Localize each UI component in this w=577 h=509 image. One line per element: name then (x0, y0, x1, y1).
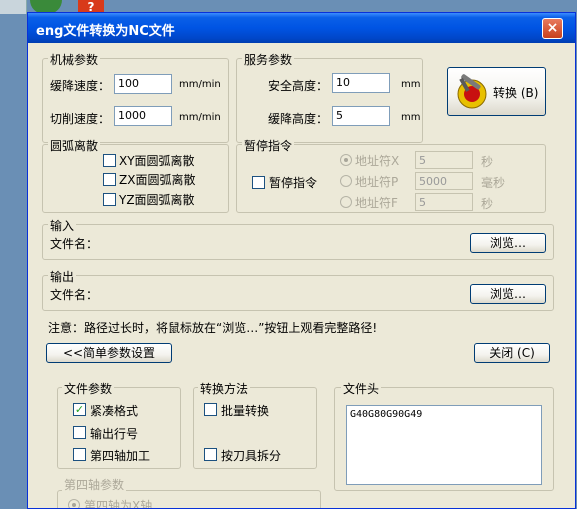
compact-format-label: 紧凑格式 (90, 404, 139, 418)
file-header-textarea[interactable]: G40G80G90G49 (346, 405, 542, 485)
yz-arc-checkbox[interactable] (103, 193, 116, 206)
yz-arc-label: YZ面圆弧离散 (119, 193, 195, 207)
batch-convert-checkbox[interactable] (204, 403, 217, 416)
output-line-checkbox[interactable] (73, 426, 86, 439)
convert-button-label: 转换 (B) (493, 86, 539, 100)
wrench-icon (457, 74, 487, 109)
output-browse-button[interactable]: 浏览… (470, 284, 546, 304)
path-note: 注意：路径过长时，将鼠标放在“浏览…”按钮上观看完整路径! (48, 321, 378, 335)
addr-x-unit: 秒 (481, 155, 494, 169)
addr-f-radio[interactable] (340, 196, 352, 208)
slow-down-speed-unit: mm/min (179, 79, 221, 90)
close-button[interactable]: 关闭 (C) (474, 343, 550, 363)
cut-speed-label: 切削速度： (50, 112, 111, 126)
addr-x-radio[interactable] (340, 154, 352, 166)
fourth-axis-x-label: 第四轴为X轴 (84, 499, 153, 509)
output-legend: 输出 (48, 268, 77, 285)
safe-height-label: 安全高度： (268, 79, 329, 93)
addr-f-unit: 秒 (481, 197, 494, 211)
addr-p-input[interactable]: 5000 (415, 172, 473, 190)
slow-down-speed-label: 缓降速度： (50, 79, 111, 93)
fourth-axis-checkbox[interactable] (73, 448, 86, 461)
fourth-axis-x-radio[interactable] (68, 499, 80, 508)
output-line-label: 输出行号 (90, 427, 139, 441)
slow-height-unit: mm (401, 112, 421, 123)
slow-height-label: 缓降高度： (268, 112, 329, 126)
service-params-legend: 服务参数 (242, 51, 295, 68)
input-browse-button[interactable]: 浏览… (470, 233, 546, 253)
addr-x-input[interactable]: 5 (415, 151, 473, 169)
zx-arc-checkbox[interactable] (103, 173, 116, 186)
mechanical-params-legend: 机械参数 (48, 51, 101, 68)
fourth-axis-label: 第四轴加工 (90, 449, 151, 463)
split-by-tool-label: 按刀具拆分 (221, 449, 282, 463)
zx-arc-label: ZX面圆弧离散 (119, 173, 196, 187)
pause-legend: 暂停指令 (242, 137, 295, 154)
convert-dialog: eng文件转换为NC文件 × 机械参数 缓降速度： 100 mm/min 切削速… (27, 12, 576, 509)
file-header-legend: 文件头 (341, 380, 382, 397)
pause-checkbox-label: 暂停指令 (269, 176, 318, 190)
cut-speed-input[interactable]: 1000 (114, 106, 172, 126)
output-filename-label: 文件名： (50, 288, 99, 302)
addr-f-input[interactable]: 5 (415, 193, 473, 211)
close-icon[interactable]: × (542, 18, 563, 39)
window-title: eng文件转换为NC文件 (36, 24, 175, 39)
title-bar[interactable]: eng文件转换为NC文件 × (28, 13, 575, 43)
simple-settings-button[interactable]: <<简单参数设置 (46, 343, 172, 363)
file-params-legend: 文件参数 (62, 380, 115, 397)
desktop-icon (0, 0, 27, 14)
mechanical-params-group (42, 58, 229, 143)
addr-x-label: 地址符X (355, 154, 400, 168)
split-by-tool-checkbox[interactable] (204, 448, 217, 461)
service-params-group (236, 58, 423, 143)
addr-p-label: 地址符P (355, 175, 399, 189)
addr-p-unit: 毫秒 (481, 176, 506, 190)
safe-height-input[interactable]: 10 (332, 73, 390, 93)
xy-arc-label: XY面圆弧离散 (119, 154, 195, 168)
input-filename-label: 文件名： (50, 237, 99, 251)
addr-p-radio[interactable] (340, 175, 352, 187)
arc-discrete-legend: 圆弧离散 (48, 137, 101, 154)
convert-method-legend: 转换方法 (198, 380, 251, 397)
pause-checkbox[interactable] (252, 176, 265, 189)
slow-height-input[interactable]: 5 (332, 106, 390, 126)
xy-arc-checkbox[interactable] (103, 154, 116, 167)
convert-button[interactable]: 转换 (B) (447, 67, 546, 116)
compact-format-checkbox[interactable]: ✓ (73, 403, 86, 416)
cut-speed-unit: mm/min (179, 112, 221, 123)
slow-down-speed-input[interactable]: 100 (114, 74, 172, 94)
safe-height-unit: mm (401, 79, 421, 90)
batch-convert-label: 批量转换 (221, 404, 270, 418)
input-legend: 输入 (48, 217, 77, 234)
fourth-axis-params-legend: 第四轴参数 (62, 476, 127, 493)
addr-f-label: 地址符F (355, 196, 398, 210)
